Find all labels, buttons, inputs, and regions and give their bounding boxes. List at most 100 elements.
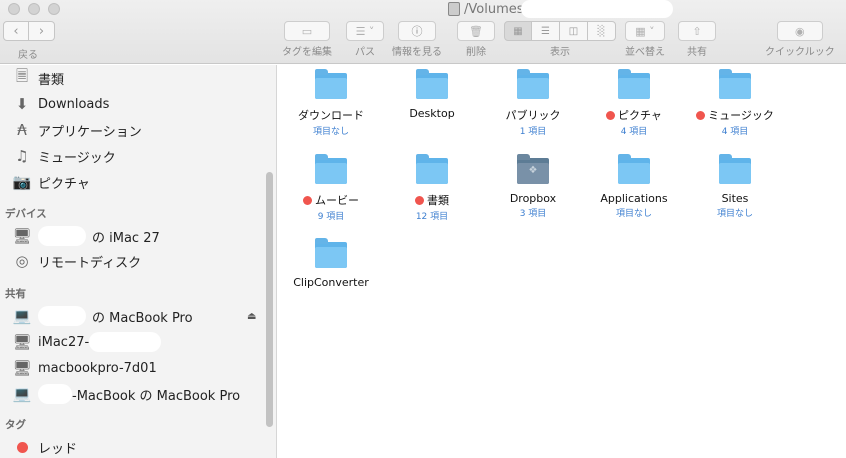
camera-icon: 📷 — [12, 173, 32, 191]
back-button[interactable]: ‹ — [3, 21, 29, 41]
sidebar-item-documents[interactable]: 🗏 書類 — [12, 67, 64, 88]
folder-item[interactable]: Desktop — [382, 65, 482, 121]
close-window-button[interactable] — [8, 3, 20, 15]
folder-item[interactable]: パブリック 1 項目 — [483, 65, 583, 137]
column-view-button[interactable]: ◫ — [560, 21, 588, 41]
delete-tool[interactable]: 🗑 削除 — [457, 21, 495, 58]
coverflow-icon: ░ — [597, 25, 606, 37]
folder-item[interactable]: ピクチャ 4 項目 — [584, 65, 684, 137]
folder-item[interactable]: 書類 12 項目 — [382, 150, 482, 222]
folder-icon — [719, 154, 751, 184]
quicklook-tool[interactable]: ◉ クイックルック — [765, 21, 835, 58]
back-label: 戻る — [18, 50, 38, 61]
item-name: Desktop — [409, 107, 455, 120]
sidebar-item-remote-disc[interactable]: ◎ リモートディスク — [12, 251, 141, 271]
sidebar-item-shared-macbook-2[interactable]: 💻 -MacBook の MacBook Pro — [12, 384, 240, 404]
red-tag-icon — [12, 438, 32, 456]
path-button[interactable]: ☰ ˅ — [346, 21, 384, 41]
minimize-window-button[interactable] — [28, 3, 40, 15]
window-title-text: /Volumes — [464, 1, 524, 17]
grid-icon: ▦ — [513, 25, 523, 37]
tag-edit-tool[interactable]: ▭ タグを編集 — [282, 21, 332, 58]
window-controls — [8, 3, 60, 15]
sort-tool[interactable]: ▦ ˅ 並べ替え — [625, 21, 665, 58]
folder-item[interactable]: ❖ Dropbox 3 項目 — [483, 150, 583, 219]
window-toolbar: /Volumes ‹ › 戻る ▭ タグを編集 ☰ ˅ パス ⓘ 情報を見る 🗑… — [0, 0, 846, 64]
drive-icon — [448, 2, 460, 16]
sidebar-item-music[interactable]: ♫ ミュージック — [12, 146, 116, 166]
zoom-window-button[interactable] — [48, 3, 60, 15]
item-name: Dropbox — [509, 192, 557, 205]
share-tool[interactable]: ⇧ 共有 — [678, 21, 716, 58]
forward-button[interactable]: › — [29, 21, 55, 41]
sidebar-item-imac[interactable]: 🖥 の iMac 27 — [12, 226, 160, 246]
sidebar-shared-header: 共有 — [5, 288, 26, 300]
folder-icon — [315, 69, 347, 99]
info-tool[interactable]: ⓘ 情報を見る — [392, 21, 442, 58]
sidebar-item-label: リモートディスク — [38, 255, 142, 271]
folder-icon — [416, 69, 448, 99]
info-button[interactable]: ⓘ — [398, 21, 436, 41]
sidebar-item-label: の iMac 27 — [92, 230, 160, 246]
icon-view-button[interactable]: ▦ — [504, 21, 532, 41]
list-icon: ☰ — [541, 25, 550, 37]
tag-edit-button[interactable]: ▭ — [284, 21, 330, 41]
view-segmented-control: ▦ ☰ ◫ ░ — [504, 21, 616, 41]
folder-item[interactable]: ムービー 9 項目 — [281, 150, 381, 222]
list-view-button[interactable]: ☰ — [532, 21, 560, 41]
sidebar-item-downloads[interactable]: ⬇ Downloads — [12, 94, 110, 114]
sidebar-item-tag-red[interactable]: レッド — [12, 437, 77, 457]
sidebar-item-shared-macbookpro-7d01[interactable]: 🖥 macbookpro-7d01 — [12, 358, 156, 378]
sidebar-tags-header: タグ — [5, 419, 26, 431]
sidebar-item-label: アプリケーション — [38, 124, 142, 140]
sort-button[interactable]: ▦ ˅ — [625, 21, 665, 41]
item-name: 書類 — [415, 192, 449, 208]
eject-icon[interactable]: ⏏ — [247, 311, 256, 322]
item-count: 4 項目 — [721, 127, 749, 137]
quicklook-label: クイックルック — [765, 47, 835, 58]
sidebar: 🗏 書類 ⬇ Downloads ₳ アプリケーション ♫ ミュージック 📷 ピ… — [0, 65, 277, 458]
item-name: ムービー — [303, 192, 359, 208]
folder-item[interactable]: ダウンロード 項目なし — [281, 65, 381, 137]
redacted-region — [38, 306, 86, 326]
imac-icon: 🖥 — [12, 333, 32, 351]
item-count: 1 項目 — [519, 127, 547, 137]
folder-item[interactable]: Applications 項目なし — [584, 150, 684, 219]
coverflow-view-button[interactable]: ░ — [588, 21, 616, 41]
item-count: 項目なし — [615, 209, 652, 219]
sidebar-item-applications[interactable]: ₳ アプリケーション — [12, 120, 142, 140]
sidebar-scrollbar[interactable] — [266, 172, 273, 427]
sidebar-item-shared-imac[interactable]: 🖥 iMac27- — [12, 332, 162, 352]
red-tag-icon — [415, 195, 424, 205]
share-button[interactable]: ⇧ — [678, 21, 716, 41]
sidebar-item-label: -MacBook の MacBook Pro — [72, 388, 241, 404]
item-name: ダウンロード — [298, 109, 364, 122]
remote-disc-icon: ◎ — [15, 252, 29, 270]
folder-icon — [416, 154, 448, 184]
sidebar-item-pictures[interactable]: 📷 ピクチャ — [12, 172, 90, 192]
folder-item[interactable]: ClipConverter — [281, 234, 381, 290]
file-browser-content: ダウンロード 項目なし Desktop パブリック 1 項目 ピクチャ 4 項目… — [278, 65, 846, 458]
folder-item[interactable]: ミュージック 4 項目 — [685, 65, 785, 137]
redacted-region — [38, 384, 72, 404]
music-icon: ♫ — [15, 147, 29, 165]
red-tag-icon — [696, 110, 706, 120]
folder-item[interactable]: Sites 項目なし — [685, 150, 785, 219]
share-label: 共有 — [687, 47, 707, 58]
folder-icon — [618, 69, 650, 99]
info-label: 情報を見る — [392, 47, 442, 58]
sidebar-item-label: ミュージック — [38, 150, 116, 166]
item-count: 項目なし — [312, 127, 349, 137]
red-tag-icon — [303, 195, 312, 205]
quicklook-button[interactable]: ◉ — [776, 21, 823, 41]
tag-icon: ▭ — [301, 24, 313, 38]
path-tool[interactable]: ☰ ˅ パス — [346, 21, 384, 58]
item-count: 項目なし — [716, 209, 753, 219]
redacted-region — [89, 332, 162, 352]
item-count: 9 項目 — [317, 212, 345, 222]
item-name: Applications — [600, 192, 668, 205]
delete-button[interactable]: 🗑 — [457, 21, 495, 41]
item-name: ミュージック — [696, 107, 774, 123]
eye-icon: ◉ — [795, 24, 805, 38]
sidebar-item-shared-macbook[interactable]: 💻 の MacBook Pro — [12, 306, 193, 326]
